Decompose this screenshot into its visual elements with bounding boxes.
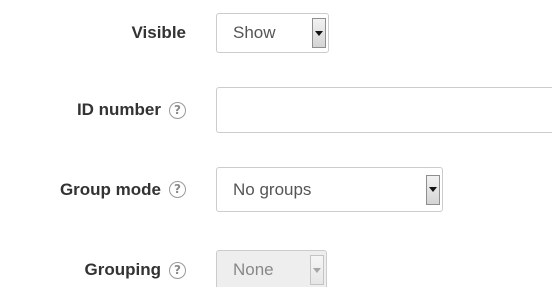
id-number-input[interactable] [216,87,552,133]
help-icon[interactable]: ? [169,261,186,279]
group-mode-select-value: No groups [233,179,312,199]
chevron-down-icon[interactable] [426,174,440,205]
id-number-label-wrap: ID number ? [77,87,186,133]
visible-label-wrap: Visible [132,13,187,53]
grouping-label-wrap: Grouping ? [85,250,186,287]
grouping-row: Grouping ? None [0,250,552,287]
group-mode-label-wrap: Group mode ? [60,167,186,212]
visible-select[interactable]: Show [216,13,329,53]
visible-select-value: Show [233,23,276,42]
grouping-select: None [216,250,327,287]
course-module-settings-form: Visible Show ID number ? Group mode ? No… [0,0,552,287]
chevron-down-icon[interactable] [312,18,326,48]
chevron-down-icon [310,255,324,285]
visible-label: Visible [131,23,187,42]
id-number-row: ID number ? [0,87,552,133]
help-icon[interactable]: ? [169,101,186,119]
group-mode-row: Group mode ? No groups [0,167,552,212]
group-mode-label: Group mode [59,179,161,199]
visible-row: Visible Show [0,13,552,53]
id-number-label: ID number [76,100,161,119]
help-icon[interactable]: ? [169,181,186,198]
group-mode-select[interactable]: No groups [216,167,443,212]
grouping-select-value: None [233,260,274,279]
grouping-label: Grouping [84,260,161,279]
